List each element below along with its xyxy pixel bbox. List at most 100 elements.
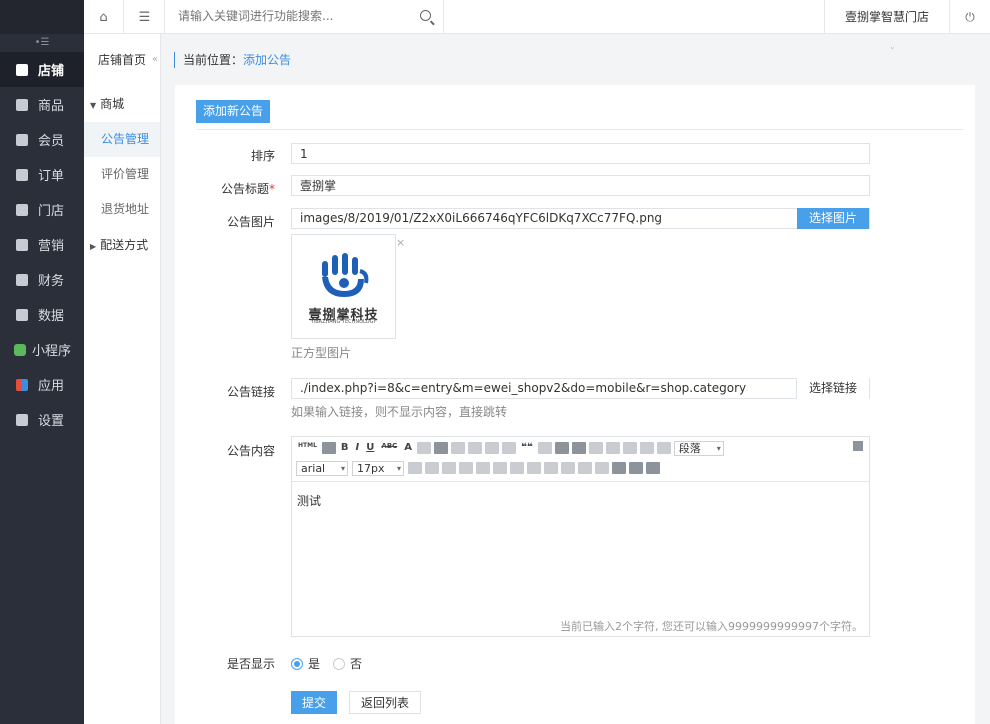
miniapp-icon [14,343,26,356]
image-hint: 正方型图片 [291,346,352,360]
sidebar-item-apps[interactable]: 应用 [0,367,84,402]
add-notice-tab[interactable]: 添加新公告 [196,100,271,123]
preview-icon[interactable] [629,462,643,474]
home-icon[interactable]: ⌂ [84,0,124,34]
collapse-icon[interactable]: « [152,34,158,86]
row-spacing-icon[interactable] [622,442,637,454]
power-icon[interactable]: ⏻ [950,0,990,34]
underline-button[interactable]: U [364,442,376,454]
breadcrumb: 当前位置：添加公告 [174,52,291,68]
order-icon [16,168,28,181]
sidebar-item-goods[interactable]: 商品 [0,87,84,122]
sidebar-item-miniapp[interactable]: 小程序 [0,332,84,367]
link-field[interactable]: ./index.php?i=8&c=entry&m=ewei_shopv2&do… [291,378,870,399]
sort-input[interactable] [291,143,870,164]
image-thumbnail: 壹捌掌科技 YIBAZHANG TECHNOLOGY [291,234,396,339]
show-no-radio[interactable]: 否 [333,655,362,672]
sort-label: 排序 [250,149,275,163]
print-icon[interactable] [612,462,626,474]
subnav-item-reviews[interactable]: 评价管理 [84,157,160,192]
bold-button[interactable]: B [339,442,351,454]
image-insert-icon[interactable] [554,442,569,454]
top-bar: ⌂ ☰ 壹捌掌智慧门店 ⏻ [84,0,990,34]
sidebar-logo-area [0,0,84,34]
sidebar-item-settings[interactable]: 设置 [0,402,84,437]
menu-icon[interactable]: ☰ [125,0,165,34]
emoji-icon[interactable] [537,442,552,454]
table-props-icon[interactable] [544,462,558,474]
table-merge-icon[interactable] [493,462,507,474]
table-delete-col-icon[interactable] [476,462,490,474]
eraser-icon[interactable] [605,442,620,454]
paragraph-select[interactable]: 段落 [673,440,724,456]
editor-menu-icon[interactable] [853,441,863,451]
search-box [166,0,444,34]
subnav-group-mall[interactable]: ▼ 商城 [84,86,160,122]
table-icon[interactable] [408,462,422,474]
submit-button[interactable]: 提交 [291,691,338,714]
subnav-store-home[interactable]: 店铺首页 « [84,34,160,86]
font-size-select[interactable]: 17px [352,460,404,476]
table-delete-row-icon[interactable] [442,462,456,474]
menu-collapse-icon[interactable]: •☰ [0,34,84,52]
back-to-list-button[interactable]: 返回列表 [349,691,422,714]
sidebar-item-shop[interactable]: 门店 [0,192,84,227]
subnav-group-delivery[interactable]: ▶ 配送方式 [84,227,160,263]
title-label: 公告标题* [220,182,275,196]
image-path-field[interactable]: images/8/2019/01/Z2xX0iL666746qYFC6lDKq7… [291,208,870,229]
ordered-list-icon[interactable] [485,442,500,454]
title-input[interactable] [291,175,870,196]
content-label: 公告内容 [226,444,275,458]
choose-link-button[interactable]: 选择链接 [795,378,869,399]
anchor-icon[interactable] [595,462,609,474]
para-spacing-icon[interactable] [639,442,654,454]
sidebar-item-data[interactable]: 数据 [0,297,84,332]
breadcrumb-current[interactable]: 添加公告 [243,53,291,67]
table-insert-row-icon[interactable] [425,462,439,474]
remove-image-icon[interactable]: × [396,236,405,249]
goods-icon [16,98,28,111]
apps-icon [16,378,28,391]
editor-toolbar: HTML B I U ABC A ❝❝ 段落 ▾ arial ▾ 17px ▾ [292,437,869,482]
search-icon[interactable] [420,10,431,21]
table-delete-icon[interactable] [578,462,592,474]
font-family-select[interactable]: arial [296,460,348,476]
chevron-down-icon[interactable]: ⌄ [889,42,896,51]
align-center-icon[interactable] [451,442,466,454]
font-color-button[interactable]: A [402,442,414,454]
table-cell-icon[interactable] [527,462,541,474]
table-split-icon[interactable] [510,462,524,474]
logo-hand-icon [322,253,369,297]
search-replace-icon[interactable] [321,442,336,454]
search-input[interactable] [178,0,418,32]
radio-checked-icon [291,657,303,670]
show-yes-radio[interactable]: 是 [291,655,320,672]
link-hint: 如果输入链接，则不显示内容，直接跳转 [291,405,508,419]
sidebar-item-member[interactable]: 会员 [0,122,84,157]
subnav-item-return-address[interactable]: 退货地址 [84,192,160,227]
blockquote-button[interactable]: ❝❝ [519,442,535,454]
editor-content[interactable]: 测试 [292,482,869,622]
italic-button[interactable]: I [354,442,362,454]
line-height-icon[interactable] [656,442,671,454]
strikethrough-button[interactable]: ABC [379,442,399,454]
sidebar-item-marketing[interactable]: 营销 [0,227,84,262]
html-source-button[interactable]: HTML [296,442,319,454]
store-name[interactable]: 壹捌掌智慧门店 [823,0,950,34]
table-border-icon[interactable] [561,462,575,474]
choose-image-button[interactable]: 选择图片 [796,208,869,229]
sidebar-item-finance[interactable]: 财务 [0,262,84,297]
sidebar-item-store[interactable]: 店铺 [0,52,84,87]
align-right-icon[interactable] [468,442,483,454]
image-label: 公告图片 [226,215,275,229]
sidebar-item-order[interactable]: 订单 [0,157,84,192]
highlight-icon[interactable] [417,442,432,454]
unordered-list-icon[interactable] [502,442,517,454]
fullscreen-icon[interactable] [646,462,660,474]
video-insert-icon[interactable] [571,442,586,454]
table-insert-col-icon[interactable] [459,462,473,474]
caret-down-icon: ▼ [90,101,97,110]
link-insert-icon[interactable] [588,442,603,454]
subnav-item-notice[interactable]: 公告管理 [84,122,160,157]
align-left-icon[interactable] [434,442,449,454]
